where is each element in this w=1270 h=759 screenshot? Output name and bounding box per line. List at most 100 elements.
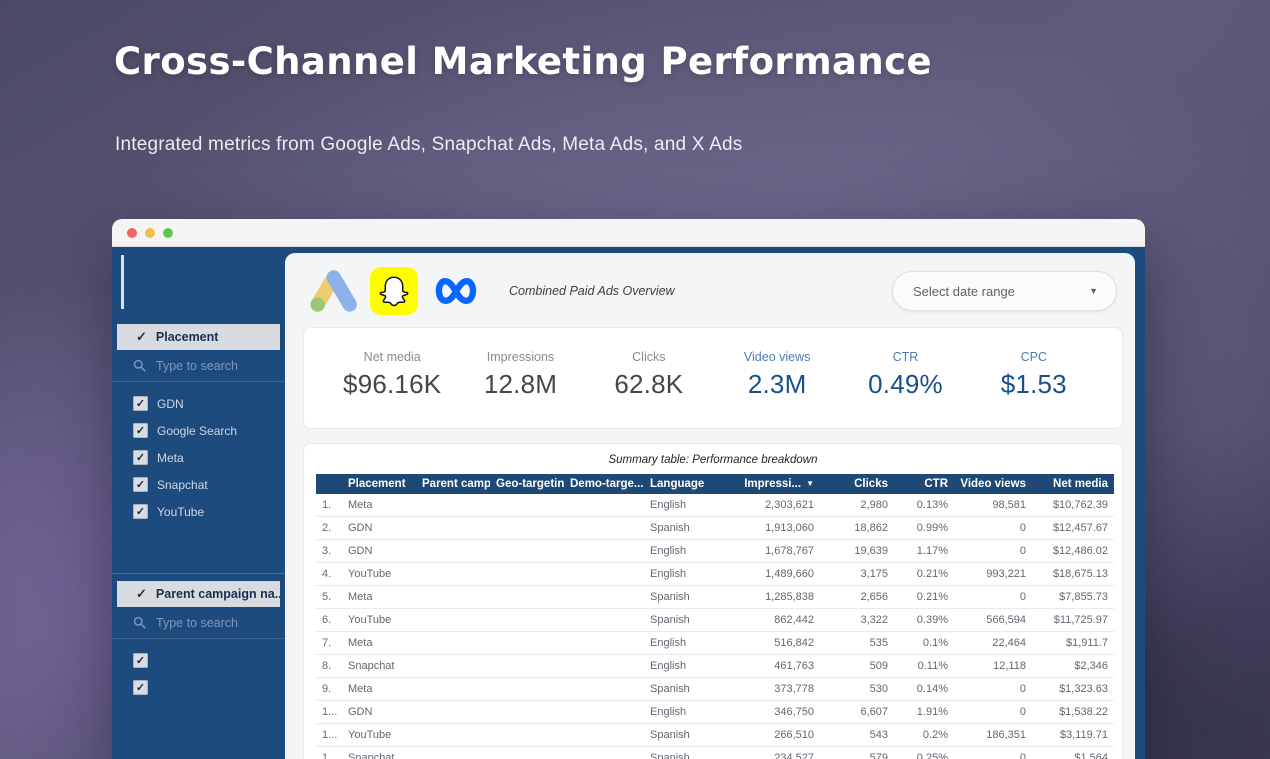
table-cell: 18,862	[820, 517, 894, 540]
table-cell: $1,911.7	[1032, 632, 1114, 655]
column-header[interactable]: Parent camp...	[416, 474, 490, 494]
scorecard-metric: CPC $1.53	[970, 350, 1098, 400]
table-cell: $12,457.67	[1032, 517, 1114, 540]
report-subtitle: Combined Paid Ads Overview	[509, 284, 675, 298]
metric-label: Clicks	[585, 350, 713, 364]
checkbox-checked-icon[interactable]: ✓	[133, 450, 148, 465]
filter-search-input[interactable]: Type to search	[112, 350, 285, 382]
filter-option[interactable]: ✓ Snapchat	[112, 471, 285, 498]
filter-option-label: Snapchat	[157, 478, 208, 492]
table-cell: $12,486.02	[1032, 540, 1114, 563]
table-cell	[564, 540, 644, 563]
table-cell: GDN	[342, 701, 416, 724]
table-row: 6.YouTubeSpanish862,4423,3220.39%566,594…	[316, 609, 1114, 632]
table-cell	[416, 609, 490, 632]
checkbox-checked-icon[interactable]: ✓	[133, 396, 148, 411]
table-cell: 3,322	[820, 609, 894, 632]
table-cell: YouTube	[342, 724, 416, 747]
table-cell: $1,323.63	[1032, 678, 1114, 701]
table-cell: 9.	[316, 678, 342, 701]
table-cell: 346,750	[724, 701, 820, 724]
table-cell	[564, 747, 644, 759]
filter-option[interactable]: ✓ Google Search	[112, 417, 285, 444]
table-cell	[490, 586, 564, 609]
table-header-row: PlacementParent camp...Geo-targetingDemo…	[316, 474, 1114, 494]
column-header[interactable]	[316, 474, 342, 494]
table-cell: $1,538.22	[1032, 701, 1114, 724]
column-header[interactable]: Impressi...▼	[724, 474, 820, 494]
search-icon	[133, 616, 146, 629]
filter-group-header[interactable]: ✓ Parent campaign na...	[117, 581, 280, 607]
column-header[interactable]: Clicks	[820, 474, 894, 494]
table-cell	[490, 563, 564, 586]
table-title: Summary table: Performance breakdown	[316, 451, 1110, 474]
scorecard-metric: Video views 2.3M	[713, 350, 841, 400]
table-cell: YouTube	[342, 609, 416, 632]
filter-group-title: Placement	[156, 330, 219, 344]
table-cell: 993,221	[954, 563, 1032, 586]
table-cell: English	[644, 540, 724, 563]
date-range-select[interactable]: Select date range ▼	[892, 271, 1117, 311]
column-header[interactable]: Video views	[954, 474, 1032, 494]
table-cell: Meta	[342, 678, 416, 701]
table-cell: 461,763	[724, 655, 820, 678]
filter-group-header[interactable]: ✓ Placement	[117, 324, 280, 350]
table-cell: 0	[954, 586, 1032, 609]
sidebar-filters: ✓ Placement Type to search ✓ GDN ✓ Googl…	[112, 324, 285, 701]
page-subtitle: Integrated metrics from Google Ads, Snap…	[115, 134, 742, 156]
filter-option[interactable]: ✓ YouTube	[112, 498, 285, 525]
table-row: 3.GDNEnglish1,678,76719,6391.17%0$12,486…	[316, 540, 1114, 563]
table-cell: 1,678,767	[724, 540, 820, 563]
table-cell: English	[644, 494, 724, 517]
filter-option[interactable]: ✓	[112, 647, 285, 674]
filter-option[interactable]: ✓ Meta	[112, 444, 285, 471]
filter-option[interactable]: ✓ GDN	[112, 390, 285, 417]
checkbox-checked-icon[interactable]: ✓	[133, 477, 148, 492]
table-cell	[564, 724, 644, 747]
table-cell	[490, 517, 564, 540]
column-header[interactable]: Demo-targe...	[564, 474, 644, 494]
table-cell: 3.	[316, 540, 342, 563]
table-cell	[490, 494, 564, 517]
scorecard-metric: Impressions 12.8M	[456, 350, 584, 400]
table-cell: 1...	[316, 747, 342, 759]
table-cell: English	[644, 655, 724, 678]
table-cell: $7,855.73	[1032, 586, 1114, 609]
table-row: 2.GDNSpanish1,913,06018,8620.99%0$12,457…	[316, 517, 1114, 540]
column-header[interactable]: CTR	[894, 474, 954, 494]
summary-table: PlacementParent camp...Geo-targetingDemo…	[316, 474, 1114, 759]
window-titlebar	[112, 219, 1145, 247]
summary-table-card: Summary table: Performance breakdown Pla…	[303, 443, 1123, 759]
close-window-button[interactable]	[127, 228, 137, 238]
filter-group: ✓ Placement Type to search ✓ GDN ✓ Googl…	[112, 324, 285, 525]
table-cell	[490, 701, 564, 724]
table-cell	[490, 655, 564, 678]
checkbox-checked-icon[interactable]: ✓	[133, 423, 148, 438]
scorecard-metric: Net media $96.16K	[328, 350, 456, 400]
table-cell: Spanish	[644, 586, 724, 609]
table-row: 1...GDNEnglish346,7506,6071.91%0$1,538.2…	[316, 701, 1114, 724]
table-cell: $11,725.97	[1032, 609, 1114, 632]
table-cell: Spanish	[644, 678, 724, 701]
table-cell: Spanish	[644, 517, 724, 540]
checkbox-checked-icon[interactable]: ✓	[133, 680, 148, 695]
checkbox-checked-icon[interactable]: ✓	[133, 504, 148, 519]
search-placeholder: Type to search	[156, 616, 238, 630]
column-header[interactable]: Language	[644, 474, 724, 494]
metric-value: 0.49%	[841, 369, 969, 400]
column-header[interactable]: Geo-targeting	[490, 474, 564, 494]
filter-search-input[interactable]: Type to search	[112, 607, 285, 639]
table-cell: Meta	[342, 632, 416, 655]
zoom-window-button[interactable]	[163, 228, 173, 238]
checkbox-checked-icon[interactable]: ✓	[133, 653, 148, 668]
table-cell: 0	[954, 517, 1032, 540]
table-cell	[416, 701, 490, 724]
filter-option[interactable]: ✓	[112, 674, 285, 701]
column-header[interactable]: Placement	[342, 474, 416, 494]
column-header[interactable]: Net media	[1032, 474, 1114, 494]
report-header: Combined Paid Ads Overview Select date r…	[285, 253, 1135, 323]
table-cell: 1.	[316, 494, 342, 517]
scorecard-metric: CTR 0.49%	[841, 350, 969, 400]
minimize-window-button[interactable]	[145, 228, 155, 238]
table-cell: 0.11%	[894, 655, 954, 678]
